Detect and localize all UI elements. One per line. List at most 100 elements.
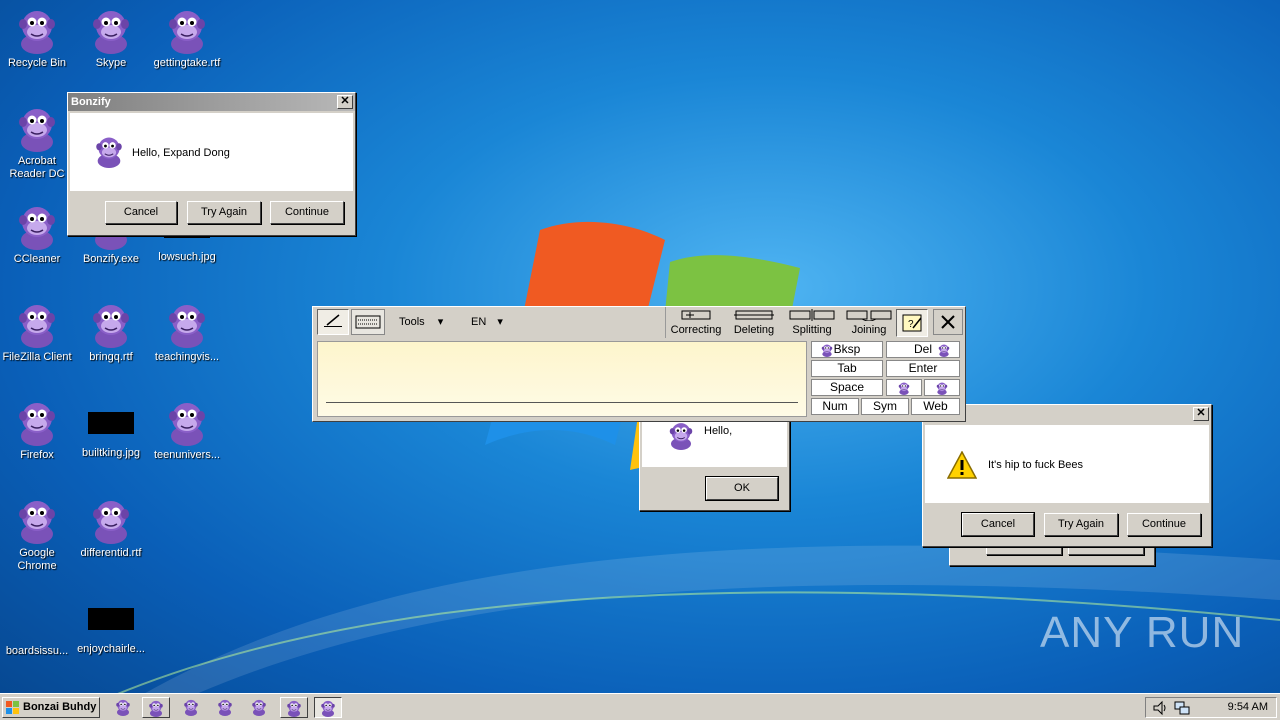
bonzify-title: Bonzify	[71, 96, 111, 108]
bonzi-avatar-icon	[93, 11, 129, 54]
left-arrow-key[interactable]	[886, 379, 922, 396]
gesture-label: Joining	[851, 324, 887, 336]
desktop-icon[interactable]: builtking.jpg	[74, 398, 148, 460]
tab-key[interactable]: Tab	[811, 360, 883, 377]
delete-key[interactable]: Del	[886, 341, 960, 358]
network-icon[interactable]	[1174, 700, 1190, 716]
tools-label: Tools	[399, 316, 425, 328]
space-key[interactable]: Space	[811, 379, 883, 396]
gesture-label: Deleting	[733, 324, 775, 336]
key-label: Tab	[837, 361, 857, 375]
close-panel-button[interactable]	[933, 309, 963, 335]
svg-text:?: ?	[908, 319, 914, 330]
bonzi-avatar-icon	[19, 305, 55, 348]
desktop-icon[interactable]: boardsissu...	[0, 594, 74, 658]
bonzi-avatar-icon	[116, 699, 130, 716]
writing-baseline	[326, 402, 798, 403]
writing-pad-button[interactable]	[317, 309, 349, 335]
tablet-input-panel: Tools ▾ EN ▾ Correcting Deleting Splitti…	[312, 306, 966, 422]
bonzi-avatar-icon	[96, 137, 122, 168]
splitting-gesture-icon	[789, 309, 835, 321]
desktop-icon[interactable]: Google Chrome	[0, 496, 74, 573]
desktop-icon-label: bringq.rtf	[89, 351, 133, 363]
bonzify-dialog: Bonzify ✕ Hello, Expand Dong Cancel Try …	[67, 92, 356, 236]
try-again-button[interactable]: Try Again	[1044, 513, 1118, 536]
continue-button[interactable]: Continue	[1127, 513, 1201, 536]
taskbar-app-button[interactable]	[280, 697, 308, 718]
gesture-help-bar: Correcting Deleting Splitting Joining	[665, 307, 895, 338]
desktop-icon[interactable]: FileZilla Client	[0, 300, 74, 364]
desktop-icon[interactable]: differentid.rtf	[74, 496, 148, 560]
sym-key[interactable]: Sym	[861, 398, 909, 415]
desktop-icon[interactable]: enjoychairle...	[74, 594, 148, 656]
cancel-button[interactable]: Cancel	[105, 201, 177, 224]
gesture-joining[interactable]: Joining	[842, 309, 896, 336]
desktop-icon[interactable]: teenunivers...	[150, 398, 224, 462]
tools-menu[interactable]: Tools ▾	[399, 315, 443, 328]
desktop-icon[interactable]: gettingtake.rtf	[150, 6, 224, 70]
taskbar-app-button[interactable]	[246, 697, 274, 718]
desktop-icon-label: Acrobat Reader DC	[9, 155, 65, 180]
gesture-correcting[interactable]: Correcting	[668, 309, 724, 336]
writing-pad[interactable]	[317, 341, 807, 417]
taskbar-app-button[interactable]	[110, 697, 138, 718]
taskbar-app-button[interactable]	[142, 697, 170, 718]
bonzi-avatar-icon	[19, 207, 55, 250]
system-tray: 9:54 AM	[1145, 697, 1277, 718]
bonzi-avatar-icon	[898, 382, 910, 395]
icon-placeholder	[0, 594, 74, 645]
close-icon	[941, 315, 955, 329]
ok-button[interactable]: OK	[705, 476, 779, 501]
bonzify-titlebar[interactable]: Bonzify ✕	[68, 93, 355, 111]
bonzi-avatar-icon	[93, 501, 129, 544]
help-note-icon: ?	[902, 314, 922, 332]
desktop-icon[interactable]: Recycle Bin	[0, 6, 74, 70]
key-label: Enter	[908, 361, 938, 375]
close-icon[interactable]: ✕	[337, 95, 353, 109]
continue-button[interactable]: Continue	[270, 201, 344, 224]
speaker-icon[interactable]	[1152, 700, 1168, 716]
backspace-key[interactable]: Bksp	[811, 341, 883, 358]
desktop-icon[interactable]: CCleaner	[0, 202, 74, 266]
key-label: Bksp	[833, 342, 861, 356]
bonzi-avatar-icon	[252, 699, 266, 716]
num-key[interactable]: Num	[811, 398, 859, 415]
keyboard-icon	[355, 315, 381, 329]
joining-gesture-icon	[846, 310, 892, 322]
gesture-splitting[interactable]: Splitting	[784, 309, 840, 336]
keyboard-button[interactable]	[351, 309, 385, 335]
bonzi-avatar-icon	[936, 382, 948, 395]
clock[interactable]: 9:54 AM	[1228, 701, 1268, 713]
chevron-down-icon: ▾	[437, 316, 444, 328]
enter-key[interactable]: Enter	[886, 360, 960, 377]
warning-message-area: It's hip to fuck Bees	[925, 425, 1209, 503]
taskbar-app-button[interactable]	[314, 697, 342, 718]
desktop-icon[interactable]: bringq.rtf	[74, 300, 148, 364]
taskbar-app-button[interactable]	[178, 697, 206, 718]
start-button[interactable]: Bonzai Buhdy	[2, 697, 100, 718]
gesture-deleting[interactable]: Deleting	[726, 309, 782, 336]
help-button[interactable]: ?	[896, 309, 928, 337]
desktop-icon-label: Firefox	[20, 449, 54, 461]
warning-titlebar[interactable]: ✕	[923, 405, 1211, 423]
desktop-icon-label: teachingvis...	[154, 351, 220, 363]
close-icon[interactable]: ✕	[1193, 407, 1209, 421]
bonzi-avatar-icon	[184, 699, 198, 716]
try-again-button[interactable]: Try Again	[187, 201, 261, 224]
hello-message: Hello,	[704, 425, 733, 437]
language-menu[interactable]: EN ▾	[471, 315, 503, 328]
bonzi-avatar-icon	[821, 344, 833, 357]
desktop-icon[interactable]: Acrobat Reader DC	[0, 104, 74, 181]
right-arrow-key[interactable]	[924, 379, 960, 396]
warning-icon	[947, 451, 977, 479]
cancel-button[interactable]: Cancel	[961, 512, 1035, 537]
desktop-icon-label: CCleaner	[13, 253, 61, 265]
desktop-icon-label: differentid.rtf	[80, 547, 142, 559]
key-label: Web	[923, 399, 948, 413]
desktop-icon-label: gettingtake.rtf	[153, 57, 221, 69]
desktop-icon[interactable]: Skype	[74, 6, 148, 70]
desktop-icon[interactable]: teachingvis...	[150, 300, 224, 364]
desktop-icon[interactable]: Firefox	[0, 398, 74, 462]
web-key[interactable]: Web	[911, 398, 960, 415]
taskbar-app-button[interactable]	[212, 697, 240, 718]
